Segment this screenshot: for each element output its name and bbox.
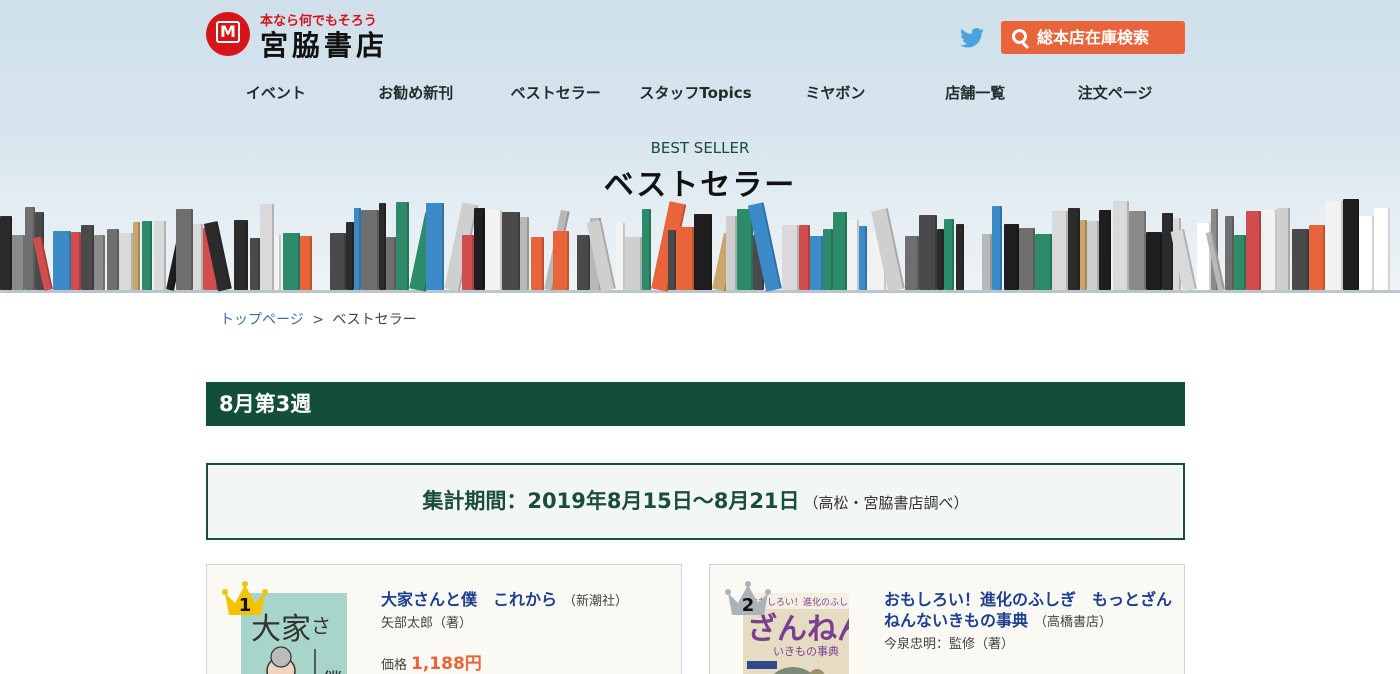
- breadcrumb-home-link[interactable]: トップページ: [220, 312, 304, 328]
- twitter-icon[interactable]: [960, 28, 984, 48]
- stock-search-button[interactable]: 総本店在庫検索: [1001, 21, 1185, 54]
- nav-item-staff-topics[interactable]: スタッフTopics: [626, 82, 766, 104]
- book-title-link[interactable]: おもしろい！進化のふしぎ もっとざんねんないきもの事典 （高橋書店）: [884, 589, 1174, 633]
- rank-crown-icon: 2: [724, 579, 772, 617]
- book-publisher: （新潮社）: [563, 594, 629, 609]
- nav-item-order[interactable]: 注文ページ: [1045, 82, 1185, 104]
- stock-search-label: 総本店在庫検索: [1037, 28, 1150, 47]
- rank-number: 1: [238, 595, 252, 616]
- nav-item-bestseller[interactable]: ベストセラー: [486, 82, 626, 104]
- main-nav: イベント お勧め新刊 ベストセラー スタッフTopics ミヤボン 店舗一覧 注…: [206, 82, 1185, 104]
- book-author: 今泉忠明：監修（著）: [884, 637, 1015, 652]
- svg-text:大家: 大家: [251, 612, 311, 647]
- svg-text:さ: さ: [311, 614, 331, 638]
- book-title-link[interactable]: 大家さんと僕 これから （新潮社）: [381, 589, 671, 612]
- svg-text:いきもの事典: いきもの事典: [773, 644, 839, 658]
- svg-text:ざんねんな: ざんねんな: [747, 612, 849, 647]
- week-heading: 8月第3週: [206, 382, 1185, 426]
- book-author: 矢部太郎（著）: [381, 616, 473, 631]
- nav-item-event[interactable]: イベント: [206, 82, 346, 104]
- aggregation-period-box: 集計期間：2019年8月15日〜8月21日 （高松・宮脇書店調べ）: [206, 463, 1185, 540]
- book-publisher: （高橋書店）: [1034, 615, 1113, 630]
- aggregation-source-note: （高松・宮脇書店調べ）: [803, 494, 969, 512]
- bestseller-card[interactable]: 大家 さ 僕 1 大家さんと僕 これから（新潮社） 矢部太郎（著） 価格1,18…: [206, 564, 682, 674]
- header-hero: M 本なら何でもそろう 宮脇書店 総本店在庫検索 イベント お勧め新刊 ベストセ…: [0, 0, 1400, 293]
- book-price: 価格 1,188円: [381, 649, 482, 674]
- rank-number: 2: [741, 595, 755, 616]
- bestseller-card[interactable]: おもしろい！進化のふしぎ ざんねんな いきもの事典 2 おもしろい！進化のふしぎ…: [709, 564, 1185, 674]
- price-value: 1,188円: [411, 654, 482, 674]
- breadcrumb-separator: >: [312, 312, 324, 328]
- logo-name: 宮脇書店: [260, 29, 389, 62]
- site-logo[interactable]: M 本なら何でもそろう 宮脇書店: [206, 10, 426, 62]
- bookshelf-illustration: [0, 198, 1400, 293]
- nav-item-new-releases[interactable]: お勧め新刊: [346, 82, 486, 104]
- breadcrumb: トップページ > ベストセラー: [220, 309, 417, 329]
- price-label: 価格: [381, 658, 408, 673]
- logo-mark-icon: M: [206, 12, 250, 56]
- hero-subtitle: BEST SELLER: [650, 139, 750, 157]
- nav-item-stores[interactable]: 店舗一覧: [905, 82, 1045, 104]
- search-icon: [1012, 29, 1027, 44]
- rank-crown-icon: 1: [221, 579, 269, 617]
- svg-text:僕: 僕: [321, 670, 343, 674]
- aggregation-period: 集計期間：2019年8月15日〜8月21日: [422, 489, 800, 513]
- breadcrumb-current: ベストセラー: [332, 312, 417, 328]
- nav-item-miyabon[interactable]: ミヤボン: [765, 82, 905, 104]
